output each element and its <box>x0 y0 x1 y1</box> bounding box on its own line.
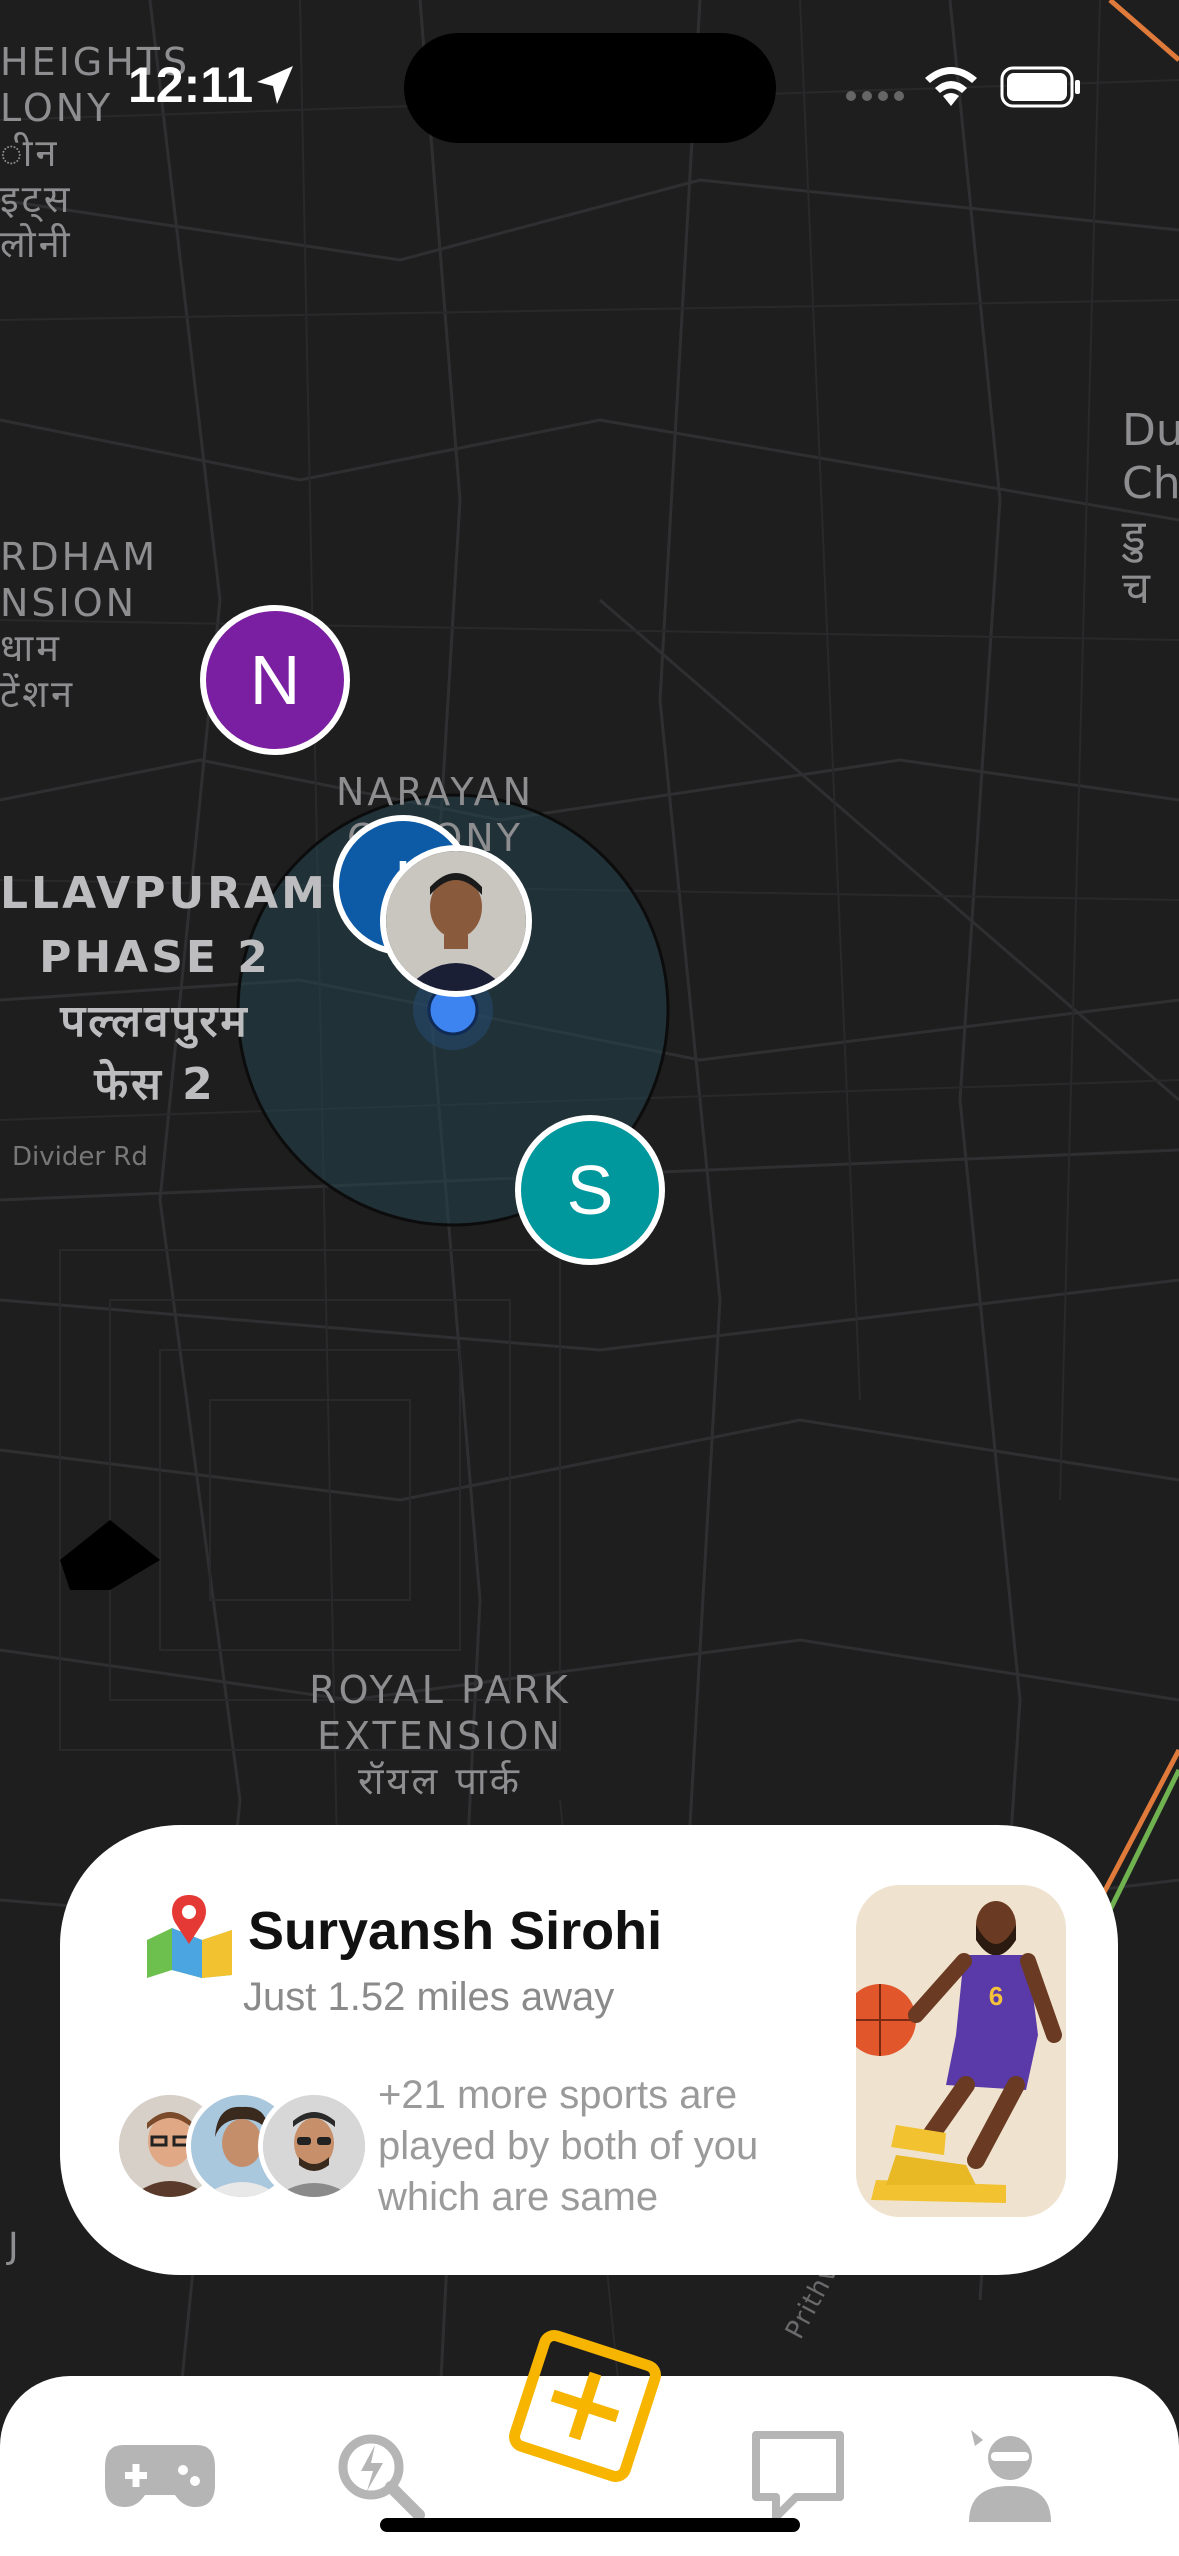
home-indicator[interactable] <box>380 2518 800 2532</box>
map-label-royal-park: ROYAL PARK EXTENSION रॉयल पार्क <box>309 1668 571 1804</box>
status-time: 12:11 <box>128 57 254 113</box>
map-label-rdham: RDHAM NSION धाम टेंशन <box>0 535 159 716</box>
tab-add[interactable] <box>505 2326 665 2486</box>
avatar-photo-icon <box>386 851 526 991</box>
location-arrow-icon <box>257 66 293 104</box>
map-label-pallavpuram: LLAVPURAM PHASE 2 पल्लवपुरम फेस 2 <box>0 868 328 1111</box>
user-card[interactable]: Suryansh Sirohi Just 1.52 miles away +21… <box>60 1825 1118 2275</box>
search-bolt-icon <box>338 2434 425 2521</box>
map-label-j: J <box>8 2226 22 2267</box>
dynamic-island <box>404 33 776 143</box>
user-marker-n[interactable]: N <box>200 605 350 755</box>
sport-illustration: 6 <box>856 1885 1066 2217</box>
avatar-photo-icon <box>263 2095 365 2197</box>
user-marker-photo[interactable] <box>380 845 532 997</box>
common-avatar-3 <box>258 2090 370 2202</box>
map-pin-icon <box>147 1895 232 1978</box>
basketball-player-icon: 6 <box>856 1885 1066 2217</box>
wifi-icon <box>925 67 977 106</box>
tab-profile[interactable] <box>950 2426 1070 2526</box>
svg-text:6: 6 <box>989 1981 1003 2011</box>
user-icon <box>969 2430 1051 2522</box>
tab-chat[interactable] <box>738 2426 858 2526</box>
user-marker-s[interactable]: S <box>515 1115 665 1265</box>
battery-icon <box>1000 66 1080 108</box>
map-label-du: Du Ch डु च <box>1122 405 1179 615</box>
chat-bubble-icon <box>752 2431 844 2521</box>
signal-dots-icon <box>846 91 904 101</box>
map-label-divider-road: Divider Rd <box>12 1142 148 1172</box>
user-distance: Just 1.52 miles away <box>243 1975 615 2019</box>
gamepad-icon <box>105 2445 215 2507</box>
status-bar: 12:11 <box>0 0 1179 150</box>
user-name: Suryansh Sirohi <box>248 1901 663 1961</box>
plus-square-icon <box>509 2330 661 2482</box>
common-sports-text: +21 more sports are played by both of yo… <box>378 2073 759 2219</box>
tab-games[interactable] <box>100 2426 220 2526</box>
tab-explore[interactable] <box>320 2426 440 2526</box>
